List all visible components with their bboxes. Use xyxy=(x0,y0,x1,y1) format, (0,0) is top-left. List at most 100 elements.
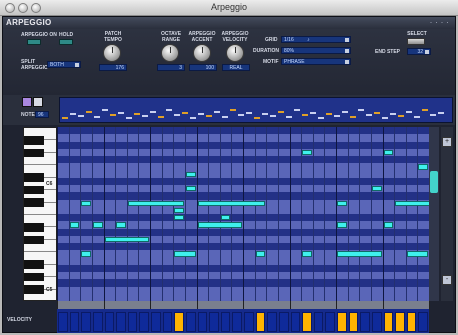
patch-tempo-knob[interactable] xyxy=(103,44,121,62)
velocity-step[interactable] xyxy=(197,312,208,332)
velocity-step[interactable] xyxy=(104,312,115,332)
octave-range-knob[interactable] xyxy=(161,44,179,62)
arpeggio-note[interactable] xyxy=(92,222,103,228)
velocity-step[interactable] xyxy=(116,312,126,332)
velocity-step[interactable] xyxy=(290,312,301,332)
arpeggio-accent-knob[interactable] xyxy=(193,44,211,62)
velocity-step[interactable] xyxy=(302,312,312,332)
arpeggio-note[interactable] xyxy=(371,186,382,192)
arpeggio-note[interactable] xyxy=(406,251,428,257)
velocity-step[interactable] xyxy=(58,312,68,332)
velocity-step[interactable] xyxy=(139,312,149,332)
velocity-step[interactable] xyxy=(232,312,242,332)
black-key[interactable] xyxy=(24,235,44,245)
arpeggio-on-button[interactable] xyxy=(27,39,41,45)
velocity-step[interactable] xyxy=(209,312,219,332)
velocity-step[interactable] xyxy=(278,312,289,332)
step-grid[interactable] xyxy=(57,127,429,301)
black-key[interactable] xyxy=(24,173,44,183)
arpeggio-note[interactable] xyxy=(104,236,149,242)
velocity-step[interactable] xyxy=(418,312,428,332)
arpeggio-note[interactable] xyxy=(197,222,242,228)
black-key[interactable] xyxy=(24,185,44,195)
velocity-step[interactable] xyxy=(69,312,80,332)
velocity-step[interactable] xyxy=(406,312,417,332)
arpeggio-note[interactable] xyxy=(81,251,91,257)
black-key[interactable] xyxy=(24,136,44,145)
arpeggio-note[interactable] xyxy=(81,200,91,206)
velocity-step[interactable] xyxy=(174,312,184,332)
velocity-step[interactable] xyxy=(244,312,254,332)
velocity-step[interactable] xyxy=(395,312,405,332)
arpeggio-note[interactable] xyxy=(174,207,184,213)
note-value[interactable]: 96 xyxy=(35,111,49,118)
overview-mark xyxy=(430,114,436,116)
arpeggio-velocity-value[interactable]: REAL xyxy=(222,64,250,71)
pencil-tool-icon[interactable] xyxy=(22,97,32,107)
arpeggio-note[interactable] xyxy=(255,251,266,257)
arpeggio-note[interactable] xyxy=(197,200,266,206)
select-button[interactable] xyxy=(407,38,425,45)
arpeggio-note[interactable] xyxy=(127,200,184,206)
arpeggio-note[interactable] xyxy=(116,222,126,228)
black-key[interactable] xyxy=(24,272,44,282)
velocity-lane[interactable] xyxy=(57,309,429,333)
arpeggio-note[interactable] xyxy=(383,222,394,228)
velocity-step[interactable] xyxy=(267,312,277,332)
velocity-step[interactable] xyxy=(127,312,138,332)
arpeggio-note[interactable] xyxy=(174,215,184,221)
black-key[interactable] xyxy=(24,260,44,270)
arpeggio-note[interactable] xyxy=(220,215,231,221)
velocity-step[interactable] xyxy=(81,312,91,332)
velocity-step[interactable] xyxy=(371,312,382,332)
black-key[interactable] xyxy=(24,285,44,294)
end-step-select[interactable]: 32 xyxy=(407,48,431,55)
eraser-tool-icon[interactable] xyxy=(33,97,43,107)
grid-select[interactable]: 1/16 ♪ xyxy=(281,36,351,43)
velocity-step[interactable] xyxy=(162,312,173,332)
hold-button[interactable] xyxy=(59,39,73,45)
arpeggio-accent-value[interactable]: 100 xyxy=(189,64,217,71)
velocity-step[interactable] xyxy=(185,312,196,332)
velocity-step[interactable] xyxy=(313,312,324,332)
velocity-step[interactable] xyxy=(151,312,161,332)
arpeggio-note[interactable] xyxy=(185,171,196,177)
arpeggio-note[interactable] xyxy=(69,222,80,228)
tool-row: NOTE 96 xyxy=(3,95,455,125)
velocity-step[interactable] xyxy=(92,312,103,332)
arpeggio-note[interactable] xyxy=(383,149,394,155)
arpeggio-note[interactable] xyxy=(337,200,347,206)
vertical-scrollbar[interactable] xyxy=(429,127,439,301)
step-ruler[interactable] xyxy=(57,301,430,309)
black-key[interactable] xyxy=(24,198,44,207)
velocity-step[interactable] xyxy=(337,312,347,332)
split-arpeggio-select[interactable]: BOTH xyxy=(47,61,81,68)
zoom-in-button[interactable]: + xyxy=(442,137,452,147)
arpeggio-note[interactable] xyxy=(418,164,428,170)
split-arpeggio-value: BOTH xyxy=(50,62,64,68)
velocity-step[interactable] xyxy=(360,312,370,332)
arpeggio-note[interactable] xyxy=(337,251,382,257)
velocity-step[interactable] xyxy=(325,312,335,332)
scroll-thumb[interactable] xyxy=(430,171,438,193)
arpeggio-note[interactable] xyxy=(395,200,429,206)
duration-select[interactable]: 80% xyxy=(281,47,351,54)
arpeggio-note[interactable] xyxy=(185,186,196,192)
arpeggio-velocity-knob[interactable] xyxy=(226,44,244,62)
pattern-overview[interactable] xyxy=(59,97,453,123)
black-key[interactable] xyxy=(24,148,44,158)
velocity-step[interactable] xyxy=(255,312,266,332)
octave-range-value[interactable]: 3 xyxy=(157,64,185,71)
patch-tempo-value[interactable]: 176 xyxy=(99,64,127,71)
arpeggio-note[interactable] xyxy=(302,251,312,257)
zoom-out-button[interactable]: - xyxy=(442,275,452,285)
velocity-step[interactable] xyxy=(383,312,394,332)
arpeggio-note[interactable] xyxy=(337,222,347,228)
black-key[interactable] xyxy=(24,223,44,232)
arpeggio-note[interactable] xyxy=(174,251,196,257)
motif-select[interactable]: PHRASE xyxy=(281,58,351,65)
arpeggio-note[interactable] xyxy=(302,149,312,155)
piano-keyboard[interactable]: C6 C5 xyxy=(23,127,57,301)
velocity-step[interactable] xyxy=(220,312,231,332)
velocity-step[interactable] xyxy=(348,312,359,332)
